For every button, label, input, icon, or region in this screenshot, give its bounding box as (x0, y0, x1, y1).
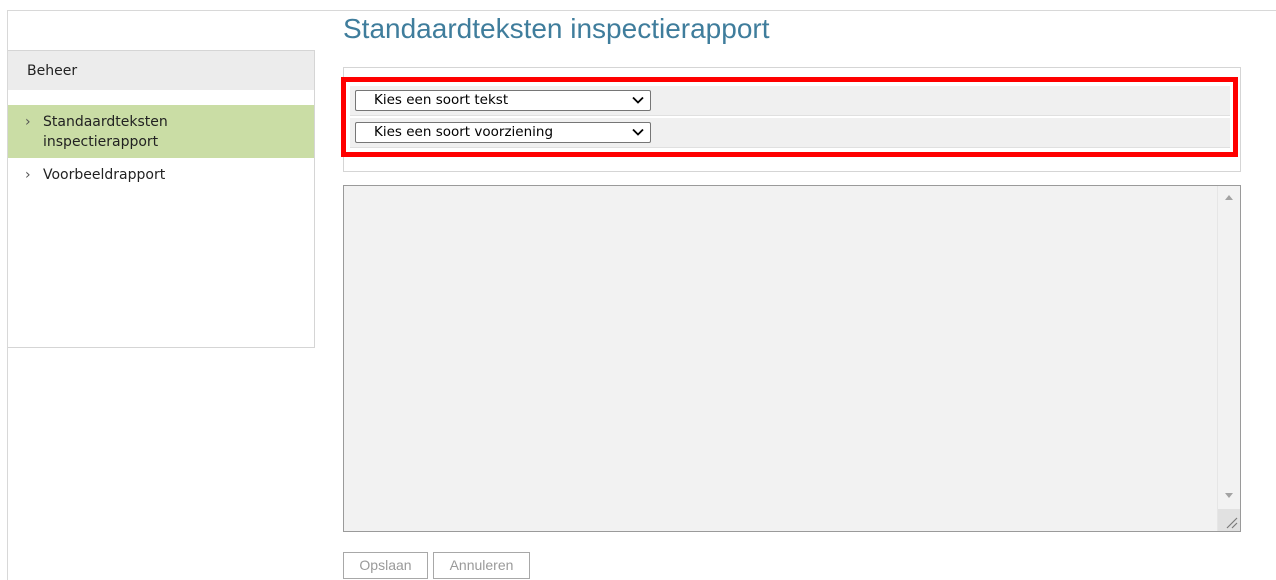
sidebar-item-standaardteksten[interactable]: › Standaardteksten inspectierapport (8, 105, 314, 158)
page-title: Standaardteksten inspectierapport (343, 13, 770, 44)
chevron-right-icon: › (25, 114, 31, 130)
scroll-down-arrow-icon[interactable] (1225, 493, 1233, 498)
scroll-up-arrow-icon[interactable] (1225, 195, 1233, 200)
sidebar-item-label: Standaardteksten inspectierapport (43, 114, 168, 150)
save-button[interactable]: Opslaan (343, 552, 428, 579)
editor-scrollbar[interactable] (1217, 186, 1240, 531)
sidebar-item-voorbeeldrapport[interactable]: › Voorbeeldrapport (8, 158, 314, 191)
resize-handle[interactable] (1218, 509, 1240, 531)
sidebar-header: Beheer (8, 51, 314, 90)
page-frame-top (7, 10, 1276, 11)
sidebar-item-label: Voorbeeldrapport (43, 167, 166, 183)
sidebar-list: › Standaardteksten inspectierapport › Vo… (8, 105, 314, 191)
sidebar: Beheer › Standaardteksten inspectierappo… (8, 50, 315, 348)
resize-grip-icon (1226, 517, 1238, 529)
text-editor[interactable] (343, 185, 1241, 532)
cancel-button[interactable]: Annuleren (433, 552, 530, 579)
chevron-right-icon: › (25, 167, 31, 183)
filter-highlight-box (341, 77, 1238, 157)
